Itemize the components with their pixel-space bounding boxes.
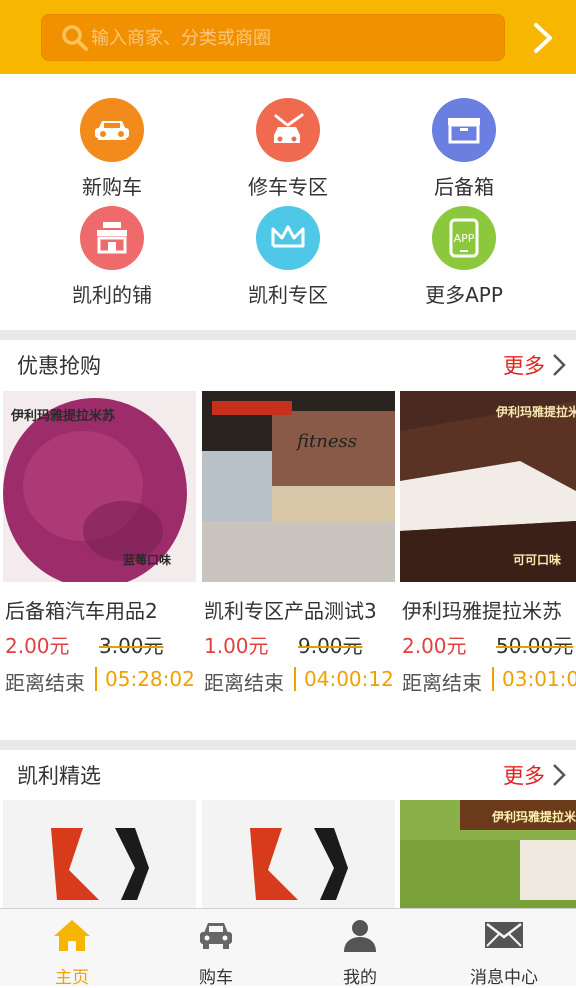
chevron-right-icon[interactable] <box>550 352 568 378</box>
category-label: 修车专区 <box>248 175 328 199</box>
nav-label: 我的 <box>343 968 377 988</box>
section-divider <box>0 740 576 750</box>
selection-header: 凯利精选 更多 <box>0 750 576 798</box>
image-caption: 伊利玛雅提拉米苏 <box>492 810 576 824</box>
svg-text:APP: APP <box>454 232 475 245</box>
product-price: 2.00元 <box>402 634 467 658</box>
image-caption: 可可口味 <box>513 553 562 567</box>
nav-messages[interactable]: 消息中心 <box>432 909 576 988</box>
nav-label: 主页 <box>55 968 89 988</box>
category-trunk[interactable]: 后备箱 <box>374 98 554 200</box>
countdown-time: 04:00:12 <box>304 667 394 691</box>
nav-profile[interactable]: 我的 <box>288 909 432 988</box>
section-title: 凯利精选 <box>17 764 101 788</box>
countdown-time: 03:01:09 <box>502 667 576 691</box>
product-image[interactable]: fitness <box>202 391 395 582</box>
countdown-label: 距离结束 <box>402 671 482 695</box>
category-more-app[interactable]: APP 更多APP <box>374 206 554 308</box>
nav-car[interactable]: 购车 <box>144 909 288 988</box>
selection-item-image[interactable] <box>202 800 395 910</box>
nav-label: 购车 <box>199 968 233 988</box>
search-icon <box>62 25 88 51</box>
section-title: 优惠抢购 <box>17 354 101 378</box>
category-label: 新购车 <box>82 175 142 199</box>
product-price: 2.00元 <box>5 634 70 658</box>
countdown-label: 距离结束 <box>5 671 85 695</box>
category-kaili-shop[interactable]: 凯利的铺 <box>22 206 202 308</box>
product-image[interactable]: 伊利玛雅提拉米苏 可可口味 <box>400 391 576 582</box>
image-caption: 蓝莓口味 <box>123 553 172 567</box>
shop-icon <box>80 206 144 270</box>
section-divider <box>0 330 576 340</box>
category-grid: 新购车 修车专区 后备箱 凯利的铺 凯利专区 APP 更多APP <box>0 74 576 330</box>
image-caption: fitness <box>297 431 357 452</box>
product-price: 1.00元 <box>204 634 269 658</box>
chevron-right-icon[interactable] <box>550 762 568 788</box>
category-new-car[interactable]: 新购车 <box>22 98 202 200</box>
chevron-right-icon[interactable] <box>526 20 560 56</box>
product-name: 伊利玛雅提拉米苏 <box>402 599 562 623</box>
product-old-price: 3.00元 <box>99 634 164 658</box>
user-icon <box>344 920 376 952</box>
bottom-nav: 主页 购车 我的 消息中心 <box>0 908 576 988</box>
nav-label: 消息中心 <box>470 968 538 988</box>
flash-sale-header: 优惠抢购 更多 <box>0 340 576 388</box>
car-icon <box>80 98 144 162</box>
product-image[interactable]: 伊利玛雅提拉米苏 蓝莓口味 <box>3 391 196 582</box>
countdown-divider <box>95 667 97 691</box>
category-car-repair[interactable]: 修车专区 <box>198 98 378 200</box>
more-link[interactable]: 更多 <box>503 760 545 790</box>
car-icon <box>200 923 232 949</box>
selection-item-image[interactable] <box>3 800 196 910</box>
logo-icon <box>51 828 149 900</box>
countdown-label: 距离结束 <box>204 671 284 695</box>
category-label: 凯利专区 <box>248 283 328 307</box>
app-icon: APP <box>432 206 496 270</box>
countdown-time: 05:28:02 <box>105 667 195 691</box>
logo-icon <box>250 828 348 900</box>
mail-icon <box>485 922 523 948</box>
nav-home[interactable]: 主页 <box>0 909 144 988</box>
countdown-divider <box>492 667 494 691</box>
image-caption: 伊利玛雅提拉米苏 <box>496 405 576 419</box>
product-name: 凯利专区产品测试3 <box>204 599 377 623</box>
product-old-price: 9.00元 <box>298 634 363 658</box>
home-icon <box>54 920 90 951</box>
category-label: 后备箱 <box>434 175 494 199</box>
top-bar <box>0 0 576 74</box>
category-label: 更多APP <box>425 283 503 307</box>
selection-item-image[interactable]: 伊利玛雅提拉米苏 <box>400 800 576 910</box>
countdown-divider <box>294 667 296 691</box>
crown-icon <box>256 206 320 270</box>
category-kaili-zone[interactable]: 凯利专区 <box>198 206 378 308</box>
trunk-box-icon <box>432 98 496 162</box>
search-bar[interactable] <box>41 14 505 61</box>
more-link[interactable]: 更多 <box>503 350 545 380</box>
product-old-price: 50.00元 <box>496 634 574 658</box>
image-caption: 伊利玛雅提拉米苏 <box>11 409 116 424</box>
category-label: 凯利的铺 <box>72 283 152 307</box>
product-name: 后备箱汽车用品2 <box>5 599 158 623</box>
search-input[interactable] <box>89 21 493 55</box>
car-repair-icon <box>256 98 320 162</box>
